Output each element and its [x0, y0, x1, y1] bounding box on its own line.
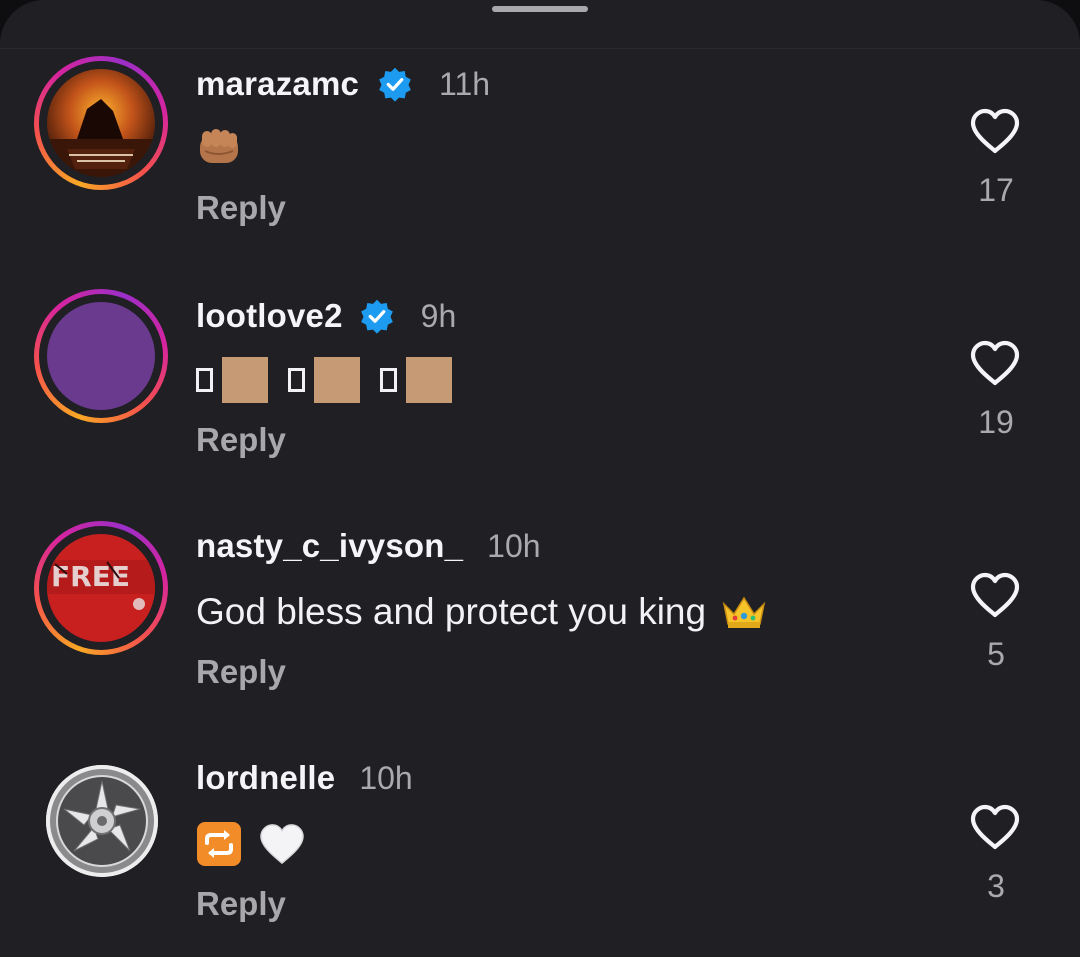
comment-text	[196, 820, 306, 868]
comment-body: God bless and protect you king	[196, 591, 707, 632]
avatar[interactable]	[34, 289, 168, 423]
missing-glyph-icon	[380, 368, 397, 392]
crown-emoji-icon	[722, 596, 766, 628]
comment-header: nasty_c_ivyson_ 10h	[196, 524, 541, 568]
comment-text	[196, 356, 452, 404]
comment-time: 10h	[359, 759, 413, 796]
like-count: 3	[987, 868, 1005, 904]
wheel-avatar-image	[46, 765, 158, 877]
comment-time: 9h	[420, 297, 457, 334]
skin-tone-square-icon	[406, 357, 452, 403]
verified-badge-icon	[360, 299, 393, 334]
comment-header: lootlove2 9h	[196, 294, 456, 338]
missing-glyph-icon	[288, 368, 305, 392]
missing-glyph-icon	[196, 368, 213, 392]
reply-button[interactable]: Reply	[196, 882, 286, 926]
skin-tone-square-icon	[314, 357, 360, 403]
avatar[interactable]: FREE	[34, 521, 168, 655]
username-link[interactable]: lootlove2	[196, 297, 343, 335]
reply-button[interactable]: Reply	[196, 418, 286, 462]
comment-time: 10h	[487, 527, 541, 564]
skin-tone-square-icon	[222, 357, 268, 403]
like-count: 19	[978, 404, 1014, 440]
heart-icon[interactable]	[970, 804, 1020, 850]
username-link[interactable]: nasty_c_ivyson_	[196, 527, 463, 565]
white-heart-emoji-icon	[260, 824, 304, 865]
comment-text: God bless and protect you king	[196, 588, 768, 636]
reply-button[interactable]: Reply	[196, 650, 286, 694]
avatar[interactable]	[46, 765, 158, 877]
username-link[interactable]: lordnelle	[196, 759, 335, 797]
comments-sheet: marazamc 11h Reply 17 lootlove2 9h Reply…	[0, 0, 1080, 957]
heart-icon[interactable]	[970, 340, 1020, 386]
heart-icon[interactable]	[970, 572, 1020, 618]
comment-item: lordnelle 10h Reply 3	[0, 0, 1080, 922]
repeat-emoji-icon	[197, 822, 241, 866]
avatar-image	[47, 302, 155, 410]
like-count: 5	[987, 636, 1005, 672]
avatar-image: FREE	[47, 534, 155, 642]
comment-header: lordnelle 10h	[196, 756, 413, 800]
